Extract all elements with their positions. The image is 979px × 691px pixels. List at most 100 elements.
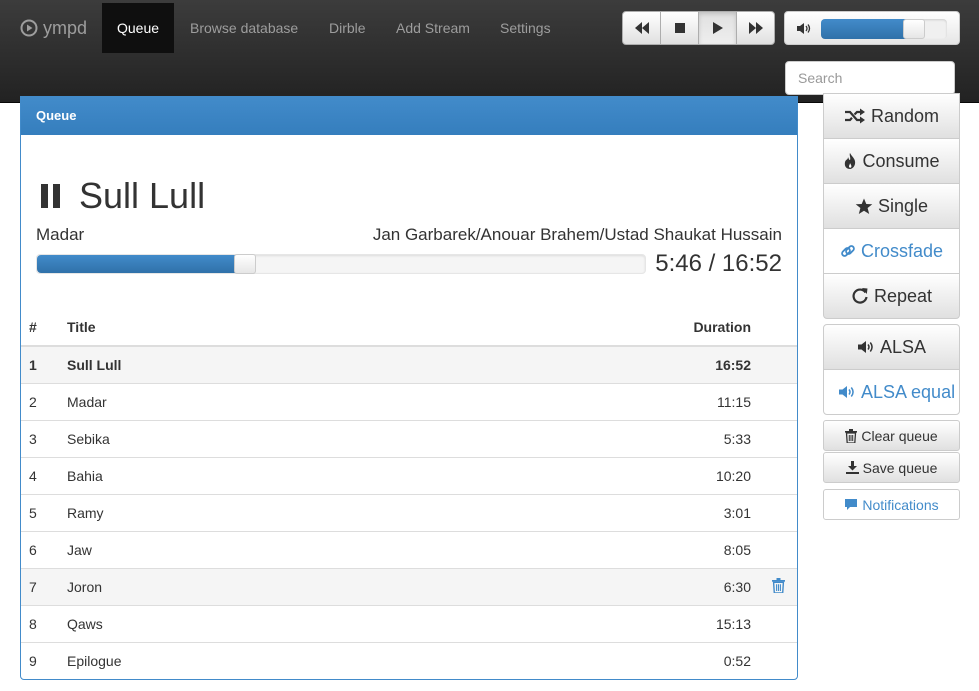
row-action xyxy=(759,345,797,383)
play-icon xyxy=(712,21,724,35)
row-action xyxy=(759,604,797,642)
mode-consume-button[interactable]: Consume xyxy=(823,138,960,184)
star-icon xyxy=(855,198,873,215)
row-duration: 3:01 xyxy=(639,493,759,531)
mode-single-button[interactable]: Single xyxy=(823,183,960,229)
panel-heading: Queue xyxy=(21,97,797,135)
row-number: 7 xyxy=(21,567,59,605)
track-progress-bar[interactable] xyxy=(36,254,646,274)
row-title: Qaws xyxy=(59,604,639,642)
row-title: Ramy xyxy=(59,493,639,531)
row-title: Jaw xyxy=(59,530,639,568)
row-action xyxy=(759,641,797,679)
nav-dirble[interactable]: Dirble xyxy=(314,3,381,53)
notifications-button[interactable]: Notifications xyxy=(823,489,960,520)
clear-queue-label: Clear queue xyxy=(861,427,938,444)
ympd-logo-icon xyxy=(20,19,38,37)
comment-icon xyxy=(844,498,858,511)
volume-icon xyxy=(796,22,812,35)
row-duration: 6:30 xyxy=(639,567,759,605)
row-action xyxy=(759,567,797,605)
mode-repeat-button[interactable]: Repeat xyxy=(823,273,960,319)
download-icon xyxy=(845,461,859,474)
mode-random-button[interactable]: Random xyxy=(823,93,960,139)
now-playing-title-row: Sull Lull xyxy=(39,172,205,220)
volume-icon xyxy=(857,340,875,354)
table-row[interactable]: 5 Ramy 3:01 xyxy=(21,493,797,531)
row-number: 3 xyxy=(21,419,59,457)
output-alsa-label: ALSA xyxy=(879,336,927,357)
save-queue-button[interactable]: Save queue xyxy=(823,452,960,483)
now-playing-title: Sull Lull xyxy=(79,175,206,216)
nav-add-stream[interactable]: Add Stream xyxy=(381,3,485,53)
playback-modes-group: Random Consume Single Crossfade Repeat xyxy=(823,93,960,319)
table-row[interactable]: 4 Bahia 10:20 xyxy=(21,456,797,494)
clear-queue-button[interactable]: Clear queue xyxy=(823,420,960,451)
volume-slider[interactable] xyxy=(821,19,947,39)
play-button[interactable] xyxy=(698,11,737,45)
pause-icon[interactable] xyxy=(39,182,63,210)
row-title: Madar xyxy=(59,382,639,420)
mode-single-label: Single xyxy=(877,195,929,216)
header-title: Title xyxy=(59,309,639,347)
navbar: ympd Queue Browse database Dirble Add St… xyxy=(0,0,979,103)
shuffle-icon xyxy=(844,108,866,124)
row-title: Sull Lull xyxy=(59,345,639,383)
mode-consume-label: Consume xyxy=(862,150,940,171)
row-number: 2 xyxy=(21,382,59,420)
header-number: # xyxy=(21,309,59,347)
row-title: Joron xyxy=(59,567,639,605)
output-alsa-button[interactable]: ALSA xyxy=(823,324,960,370)
trash-icon[interactable] xyxy=(771,577,785,593)
table-row[interactable]: 9 Epilogue 0:52 xyxy=(21,641,797,679)
row-number: 5 xyxy=(21,493,59,531)
row-title: Epilogue xyxy=(59,641,639,679)
row-action xyxy=(759,382,797,420)
mode-random-label: Random xyxy=(870,105,940,126)
row-duration: 10:20 xyxy=(639,456,759,494)
stop-button[interactable] xyxy=(660,11,699,45)
stop-icon xyxy=(674,22,686,34)
fire-icon xyxy=(843,152,857,170)
output-alsa-equal-label: ALSA equal xyxy=(861,381,956,402)
prev-button[interactable] xyxy=(622,11,661,45)
table-row[interactable]: 6 Jaw 8:05 xyxy=(21,530,797,568)
playback-controls xyxy=(622,11,775,45)
save-queue-label: Save queue xyxy=(862,459,938,476)
row-number: 4 xyxy=(21,456,59,494)
volume-slider-handle[interactable] xyxy=(903,19,925,39)
row-action xyxy=(759,530,797,568)
mode-crossfade-button[interactable]: Crossfade xyxy=(823,228,960,274)
repeat-icon xyxy=(851,287,869,305)
brand[interactable]: ympd xyxy=(20,14,87,42)
mode-crossfade-label: Crossfade xyxy=(860,240,944,261)
table-row[interactable]: 7 Joron 6:30 xyxy=(21,567,797,605)
row-duration: 15:13 xyxy=(639,604,759,642)
row-number: 8 xyxy=(21,604,59,642)
row-action xyxy=(759,456,797,494)
track-time: 5:46 / 16:52 xyxy=(655,250,782,277)
table-row[interactable]: 8 Qaws 15:13 xyxy=(21,604,797,642)
queue-table-header: # Title Duration xyxy=(21,309,797,347)
header-duration: Duration xyxy=(639,309,759,347)
trash-icon xyxy=(845,428,858,443)
row-number: 6 xyxy=(21,530,59,568)
queue-table-body: 1 Sull Lull 16:52 2 Madar 11:15 3 Sebika 5:33 4 Ba… xyxy=(21,345,797,679)
row-number: 1 xyxy=(21,345,59,383)
row-duration: 11:15 xyxy=(639,382,759,420)
nav-browse-database[interactable]: Browse database xyxy=(175,3,313,53)
nav-queue[interactable]: Queue xyxy=(102,3,175,53)
row-duration: 16:52 xyxy=(639,345,759,383)
row-action xyxy=(759,493,797,531)
table-row[interactable]: 3 Sebika 5:33 xyxy=(21,419,797,457)
table-row[interactable]: 2 Madar 11:15 xyxy=(21,382,797,420)
table-row[interactable]: 1 Sull Lull 16:52 xyxy=(21,345,797,383)
output-alsa-equal-button[interactable]: ALSA equal xyxy=(823,369,960,415)
row-duration: 8:05 xyxy=(639,530,759,568)
nav-settings[interactable]: Settings xyxy=(485,3,566,53)
next-button[interactable] xyxy=(736,11,775,45)
track-progress-handle[interactable] xyxy=(234,254,256,274)
search-input[interactable] xyxy=(785,61,955,95)
row-title: Sebika xyxy=(59,419,639,457)
volume-control xyxy=(784,11,960,45)
